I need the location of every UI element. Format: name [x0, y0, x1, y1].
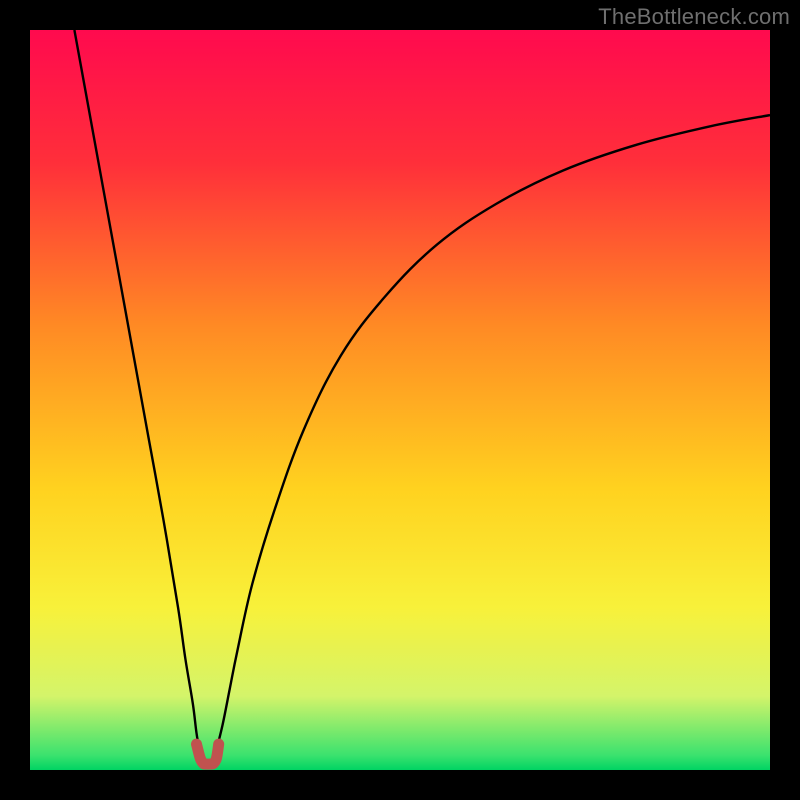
bottleneck-chart: [30, 30, 770, 770]
watermark-text: TheBottleneck.com: [598, 4, 790, 30]
plot-area: [30, 30, 770, 770]
chart-frame: TheBottleneck.com: [0, 0, 800, 800]
